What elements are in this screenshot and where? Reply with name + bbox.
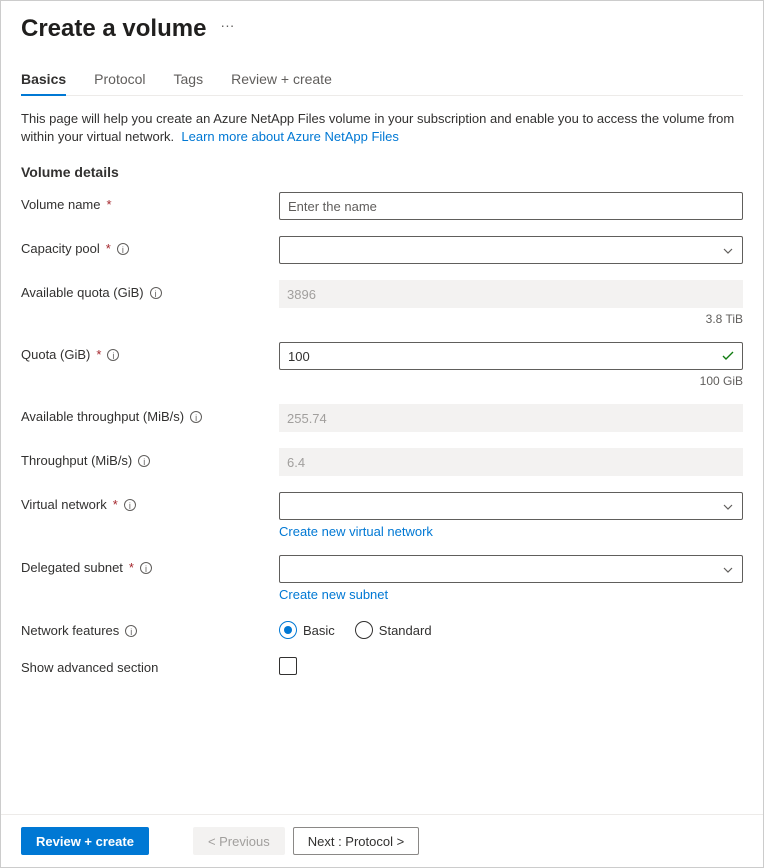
page-title: Create a volume [21, 15, 206, 43]
info-icon[interactable]: i [107, 349, 119, 361]
info-icon[interactable]: i [138, 455, 150, 467]
available-quota-label: Available quota (GiB) [21, 285, 144, 300]
show-advanced-label: Show advanced section [21, 660, 158, 675]
create-volume-page: Create a volume ··· Basics Protocol Tags… [0, 0, 764, 868]
chevron-down-icon [722, 564, 734, 576]
throughput-value: 6.4 [279, 448, 743, 476]
available-throughput-value: 255.74 [279, 404, 743, 432]
required-icon: * [113, 497, 118, 512]
delegated-subnet-label: Delegated subnet [21, 560, 123, 575]
section-title: Volume details [21, 164, 743, 180]
tab-review-create[interactable]: Review + create [231, 71, 332, 95]
throughput-label: Throughput (MiB/s) [21, 453, 132, 468]
required-icon: * [107, 197, 112, 212]
network-features-basic-radio[interactable]: Basic [279, 621, 335, 639]
tab-protocol[interactable]: Protocol [94, 71, 145, 95]
more-actions-icon[interactable]: ··· [220, 17, 234, 33]
virtual-network-label: Virtual network [21, 497, 107, 512]
delegated-subnet-select[interactable] [279, 555, 743, 583]
show-advanced-checkbox[interactable] [279, 657, 297, 675]
footer: Review + create < Previous Next : Protoc… [1, 814, 763, 867]
virtual-network-select[interactable] [279, 492, 743, 520]
previous-button: < Previous [193, 827, 285, 855]
next-button[interactable]: Next : Protocol > [293, 827, 419, 855]
quota-label: Quota (GiB) [21, 347, 90, 362]
tab-basics[interactable]: Basics [21, 71, 66, 95]
tab-tags[interactable]: Tags [174, 71, 204, 95]
learn-more-link[interactable]: Learn more about Azure NetApp Files [181, 129, 399, 144]
available-quota-sub: 3.8 TiB [279, 312, 743, 326]
intro-text: This page will help you create an Azure … [21, 110, 743, 146]
available-quota-value: 3896 [279, 280, 743, 308]
info-icon[interactable]: i [140, 562, 152, 574]
radio-icon [279, 621, 297, 639]
radio-icon [355, 621, 373, 639]
info-icon[interactable]: i [150, 287, 162, 299]
create-subnet-link[interactable]: Create new subnet [279, 587, 743, 602]
volume-name-input[interactable] [279, 192, 743, 220]
tabs: Basics Protocol Tags Review + create [21, 71, 743, 96]
info-icon[interactable]: i [124, 499, 136, 511]
network-features-label: Network features [21, 623, 119, 638]
quota-input[interactable] [279, 342, 743, 370]
info-icon[interactable]: i [125, 625, 137, 637]
chevron-down-icon [722, 245, 734, 257]
create-vnet-link[interactable]: Create new virtual network [279, 524, 743, 539]
review-create-button[interactable]: Review + create [21, 827, 149, 855]
available-throughput-label: Available throughput (MiB/s) [21, 409, 184, 424]
valid-check-icon [721, 349, 735, 363]
quota-sub: 100 GiB [279, 374, 743, 388]
capacity-pool-select[interactable] [279, 236, 743, 264]
info-icon[interactable]: i [190, 411, 202, 423]
network-features-standard-radio[interactable]: Standard [355, 621, 432, 639]
capacity-pool-label: Capacity pool [21, 241, 100, 256]
required-icon: * [106, 241, 111, 256]
required-icon: * [129, 560, 134, 575]
chevron-down-icon [722, 501, 734, 513]
volume-name-label: Volume name [21, 197, 101, 212]
info-icon[interactable]: i [117, 243, 129, 255]
required-icon: * [96, 347, 101, 362]
